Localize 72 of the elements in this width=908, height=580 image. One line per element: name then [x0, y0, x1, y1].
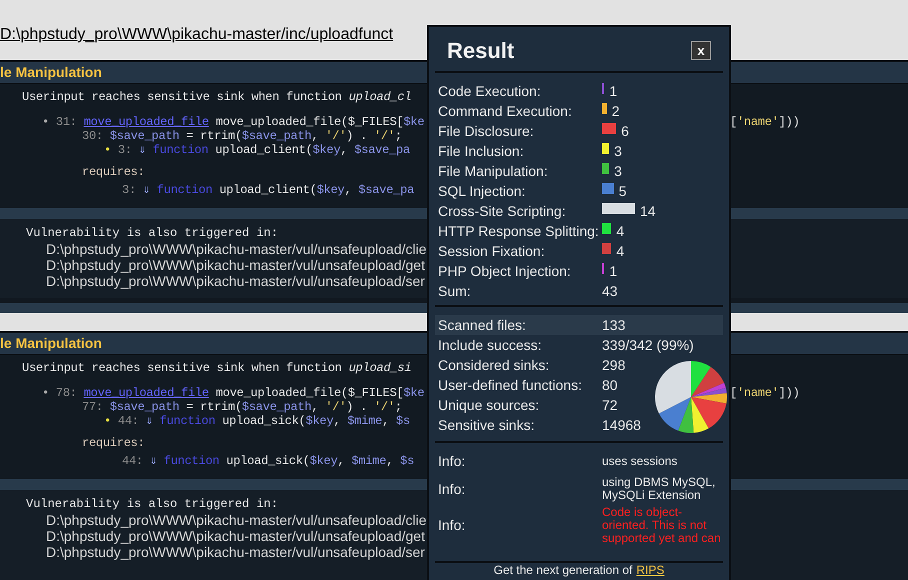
code-line: ['name'])) [730, 115, 800, 129]
code-line: requires: [82, 165, 145, 179]
code-line: 77: $save_path = rtrim($save_path, '/') . '/'; [82, 400, 402, 414]
stat-label: Command Execution: [438, 102, 573, 121]
summary-label: Include success: [438, 336, 542, 355]
close-button[interactable]: x [691, 40, 711, 60]
stat-label: Sum: [438, 282, 472, 301]
summary-value: 133 [602, 316, 626, 335]
stat-count: 3 [614, 142, 622, 161]
code-line: 30: $save_path = rtrim($save_path, '/') . '/'; [82, 129, 402, 143]
stat-count: 43 [602, 282, 618, 301]
summary-label: Scanned files: [438, 316, 527, 335]
stat-label: SQL Injection: [438, 182, 526, 201]
footer-text: Get the next generation of [494, 564, 632, 576]
description-text: Userinput reaches sensitive sink when function upload_si [22, 361, 412, 375]
code-line: • 78: move_uploaded_file move_uploaded_file($_FILES[$ke [42, 386, 424, 400]
vulnerability-title: le Manipulation [0, 63, 102, 82]
stat-count: 2 [612, 102, 620, 121]
triggered-heading: Vulnerability is also triggered in: [26, 225, 278, 241]
stat-count: 1 [609, 82, 618, 101]
summary-label: User-defined functions: [438, 376, 583, 395]
code-line: 3: ⇓ function upload_client($key, $save_pa [122, 183, 414, 197]
stat-count: 6 [621, 122, 629, 141]
description-text: Userinput reaches sensitive sink when function upload_cl [22, 90, 412, 104]
summary-label: Unique sources: [438, 396, 540, 415]
stat-label: HTTP Response Splitting: [438, 222, 600, 241]
code-line: • 31: move_uploaded_file move_uploaded_file($_FILES[$ke [42, 115, 424, 129]
warning-text: Code is object-oriented. This is not supported yet and can [602, 506, 722, 545]
function-link[interactable]: move_uploaded_file [84, 386, 209, 400]
info-text: uses sessions [602, 455, 678, 468]
stat-label: PHP Object Injection: [438, 262, 572, 281]
file-path: D:\phpstudy_pro\WWW\pikachu-master/vul/unsafeupload/ser [45, 273, 425, 289]
stat-count: 14 [640, 202, 656, 221]
code-line: ['name'])) [730, 386, 800, 400]
triggered-heading: Vulnerability is also triggered in: [26, 496, 278, 512]
pie-chart-drawing [655, 361, 727, 433]
stat-label: Cross-Site Scripting: [438, 202, 567, 221]
stat-label: File Disclosure: [438, 122, 535, 141]
code-line: 44: ⇓ function upload_sick($key, $mime, $s [122, 454, 414, 468]
rips-link[interactable]: RIPS [636, 564, 664, 576]
file-path: D:\phpstudy_pro\WWW\pikachu-master/vul/unsafeupload/get [45, 528, 425, 544]
summary-value: 14968 [602, 416, 641, 435]
result-title: Result [447, 36, 514, 64]
stat-label: File Inclusion: [438, 142, 525, 161]
stat-count: 3 [614, 162, 622, 181]
stat-count: 4 [616, 242, 624, 261]
file-path-link[interactable]: D:\phpstudy_pro\WWW\pikachu-master/inc/uploadfunct [0, 26, 394, 43]
stat-label: Code Execution: [438, 82, 542, 101]
file-path: D:\phpstudy_pro\WWW\pikachu-master/vul/unsafeupload/get [45, 257, 425, 273]
summary-label: Considered sinks: [438, 356, 550, 375]
info-label: Info: [437, 516, 466, 535]
code-line: • 44: ⇓ function upload_sick($key, $mime, $s [104, 414, 410, 428]
summary-value: 339/342 (99%) [602, 336, 694, 355]
info-text: using DBMS MySQL, MySQLi Extension [602, 476, 716, 502]
summary-label: Sensitive sinks: [438, 416, 536, 435]
stat-count: 4 [616, 222, 624, 241]
summary-value: 80 [602, 376, 618, 395]
code-line: requires: [82, 436, 145, 450]
vulnerability-title: le Manipulation [0, 334, 102, 353]
file-path: D:\phpstudy_pro\WWW\pikachu-master/vul/unsafeupload/clie [45, 241, 427, 257]
file-path: D:\phpstudy_pro\WWW\pikachu-master/vul/unsafeupload/ser [45, 544, 425, 560]
code-line: • 3: ⇓ function upload_client($key, $save_pa [104, 143, 410, 157]
stat-label: Session Fixation: [438, 242, 546, 261]
function-link[interactable]: move_uploaded_file [84, 115, 209, 129]
stat-count: 1 [609, 262, 618, 281]
info-label: Info: [437, 452, 466, 471]
info-label: Info: [437, 480, 466, 498]
summary-value: 72 [602, 396, 618, 415]
stat-count: 5 [618, 182, 627, 201]
file-path: D:\phpstudy_pro\WWW\pikachu-master/vul/unsafeupload/clie [45, 512, 427, 528]
summary-value: 298 [602, 356, 626, 375]
stat-label: File Manipulation: [438, 162, 549, 181]
